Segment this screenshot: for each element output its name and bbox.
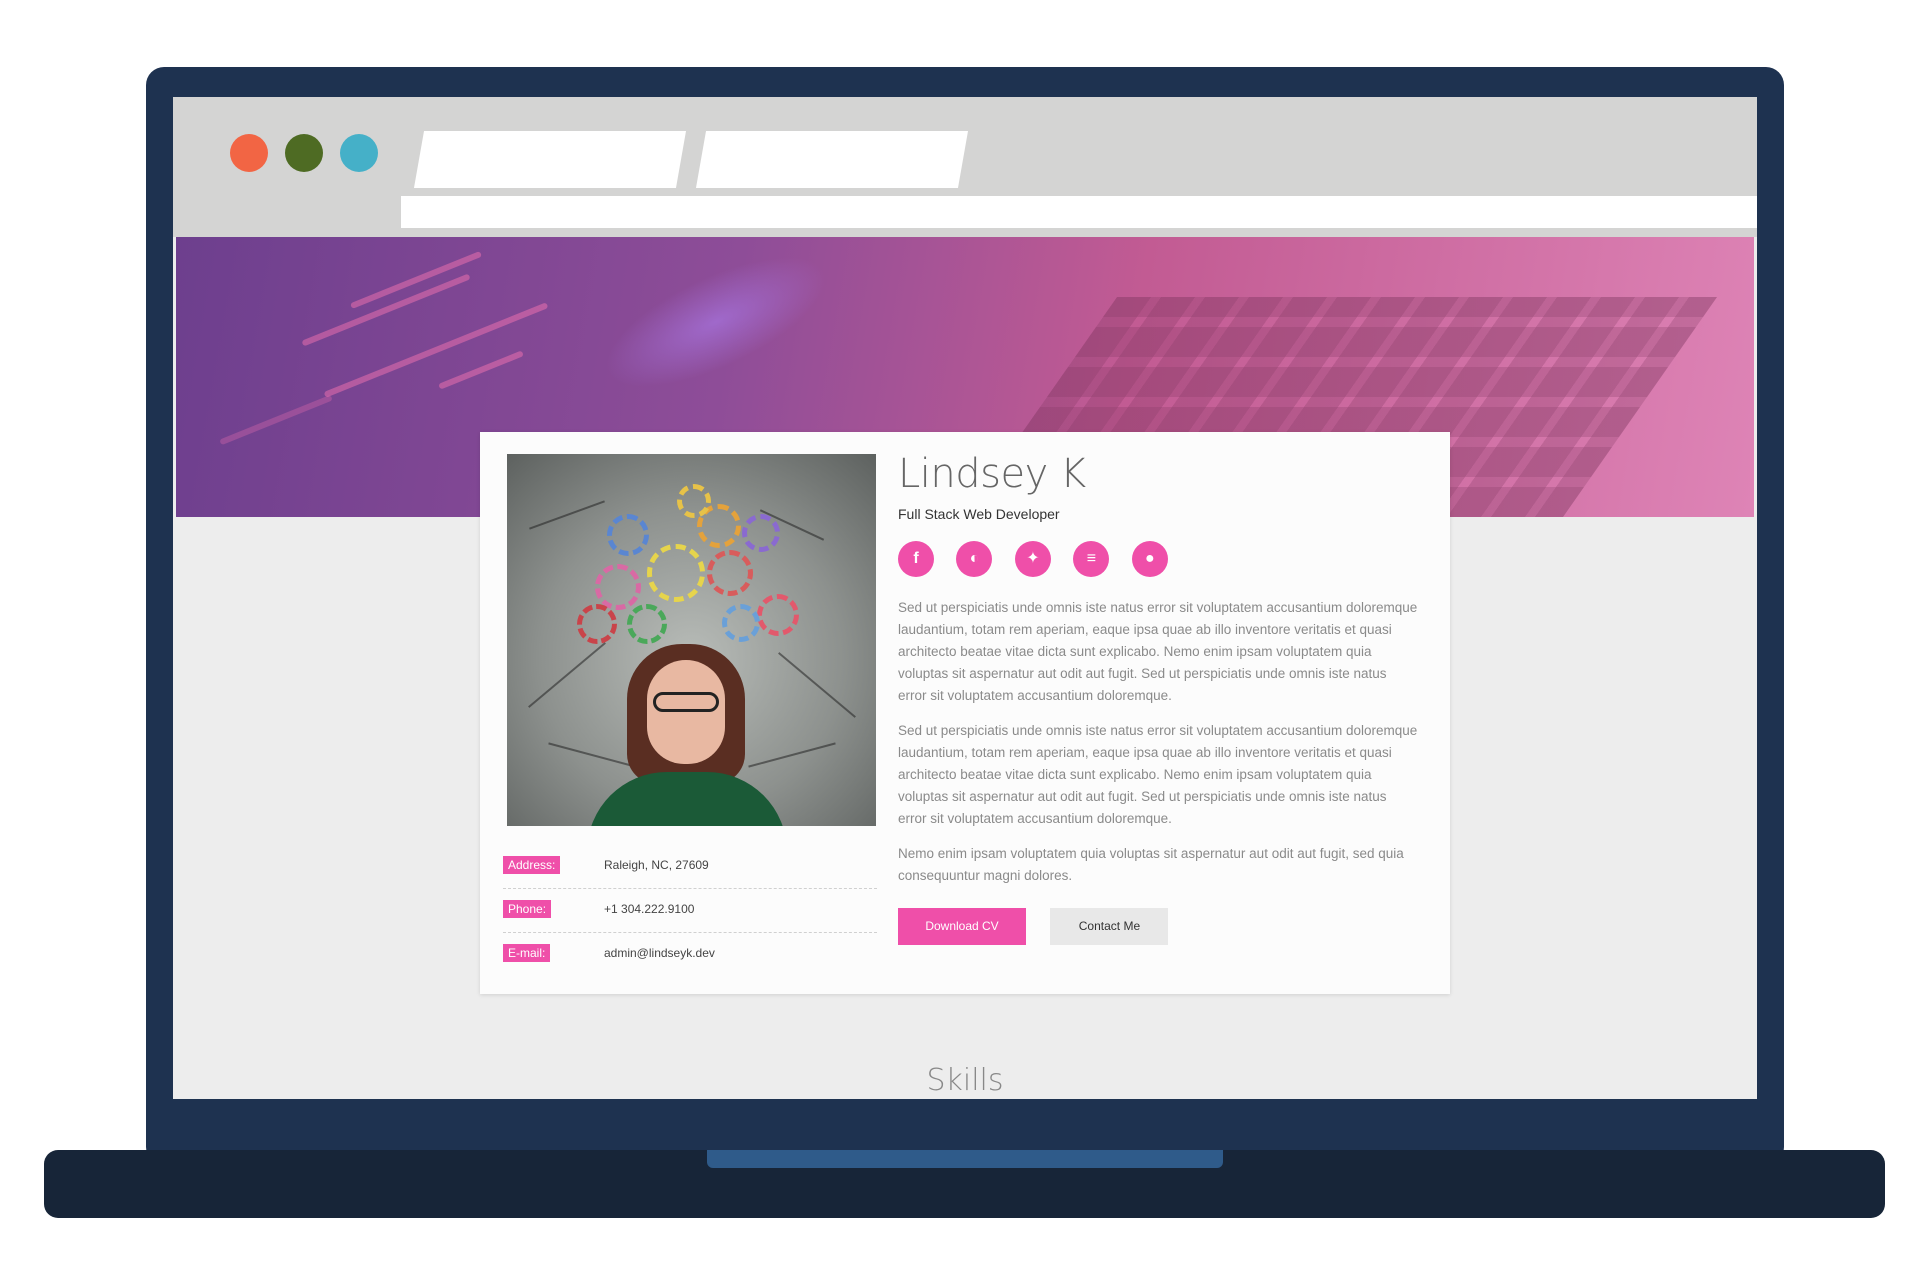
person-face [647,660,725,764]
photo-scribble [529,500,605,530]
contact-info-table: Address: Raleigh, NC, 27609 Phone: +1 30… [503,845,877,976]
bio-paragraph: Nemo enim ipsam voluptatem quia voluptas… [898,846,1404,883]
facebook-icon[interactable]: f [898,541,934,577]
address-row: Address: Raleigh, NC, 27609 [503,845,877,889]
gear-icon [647,544,705,602]
photo-scribble [748,742,836,768]
address-bar[interactable] [401,196,1757,228]
laptop-hinge [707,1150,1223,1168]
phone-value: +1 304.222.9100 [604,902,695,916]
close-window-button[interactable] [230,134,268,172]
maximize-window-button[interactable] [340,134,378,172]
profile-title: Full Stack Web Developer [898,506,1060,522]
social-links: f ◐ ✦ ≡ ● [898,541,1418,579]
profile-details: Lindsey K Full Stack Web Developer f ◐ ✦… [898,452,1418,945]
browser-tab-2[interactable] [695,131,969,188]
phone-label: Phone: [503,900,552,918]
gear-icon [595,564,641,610]
download-cv-button[interactable]: Download CV [898,908,1026,945]
code-line [323,302,549,398]
email-row: E-mail: admin@lindseyk.dev [503,933,877,976]
gear-icon [677,484,711,518]
gear-icon [707,550,753,596]
gear-icon [627,604,667,644]
gear-icon [607,514,649,556]
code-line [301,273,471,347]
profile-actions: Download CV Contact Me [898,908,1418,945]
gear-icon [722,604,760,642]
code-line [219,394,333,446]
address-label: Address: [503,856,561,874]
person-body [587,772,787,826]
bio-paragraph: Sed ut perspiciatis unde omnis iste natu… [898,723,1418,826]
gear-icon [577,604,617,644]
phone-row: Phone: +1 304.222.9100 [503,889,877,933]
skills-section-title: Skills [926,1063,1004,1098]
stackoverflow-icon[interactable]: ≡ [1073,541,1110,577]
gear-icon [742,514,780,552]
photo-scribble [548,742,636,768]
twitter-icon[interactable]: ✦ [1014,541,1051,577]
browser-tab-1[interactable] [413,131,687,188]
medium-icon[interactable]: ● [1131,541,1168,577]
email-value[interactable]: admin@lindseyk.dev [604,946,715,960]
profile-card: Address: Raleigh, NC, 27609 Phone: +1 30… [480,432,1450,994]
code-line [438,350,524,390]
profile-photo [507,454,876,826]
browser-chrome [173,97,1757,237]
bio-paragraph: Sed ut perspiciatis unde omnis iste natu… [898,600,1418,703]
photo-scribble [528,642,606,708]
hero-glow [588,237,844,414]
glasses-icon [653,692,719,712]
gear-icon [757,594,799,636]
github-icon[interactable]: ◐ [956,541,993,577]
laptop-screen: Address: Raleigh, NC, 27609 Phone: +1 30… [173,97,1757,1099]
email-label: E-mail: [503,944,551,962]
contact-me-button[interactable]: Contact Me [1050,908,1169,945]
photo-scribble [778,652,856,718]
address-value: Raleigh, NC, 27609 [604,858,709,872]
profile-name: Lindsey K [898,451,1086,497]
minimize-window-button[interactable] [285,134,323,172]
